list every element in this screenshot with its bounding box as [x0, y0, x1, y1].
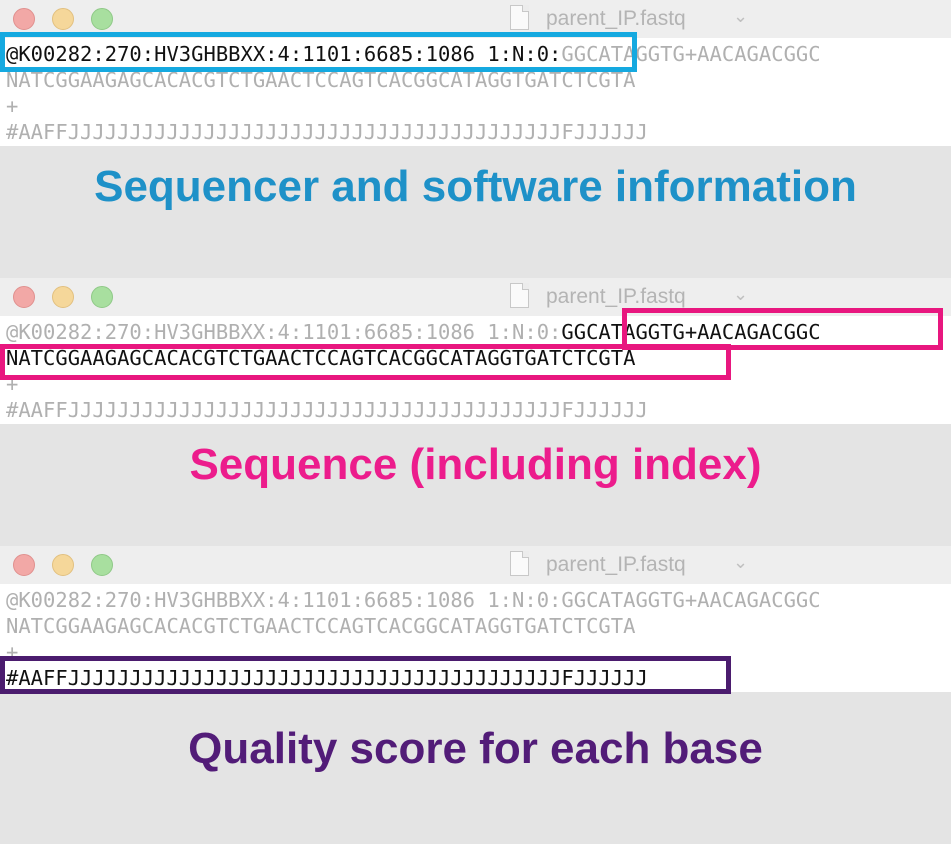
minimize-button[interactable]: [52, 8, 74, 30]
read-sequence-line: NATCGGAAGAGCACACGTCTGAACTCCAGTCACGGCATAG…: [6, 614, 636, 638]
panel-sequence: parent_IP.fastq ⌄ @K00282:270:HV3GHBBXX:…: [0, 278, 951, 546]
read-separator-line: +: [6, 94, 19, 118]
window-title: parent_IP.fastq: [546, 285, 686, 308]
panel-quality: parent_IP.fastq ⌄ @K00282:270:HV3GHBBXX:…: [0, 546, 951, 844]
panel-caption: Quality score for each base: [188, 724, 763, 773]
minimize-button[interactable]: [52, 286, 74, 308]
read-quality-line: #AAFFJJJJJJJJJJJJJJJJJJJJJJJJJJJJJJJJJJJ…: [6, 120, 648, 144]
document-icon-fold: [522, 5, 529, 12]
read-header-text: @K00282:270:HV3GHBBXX:4:1101:6685:1086 1…: [6, 588, 562, 612]
panel-caption: Sequence (including index): [189, 440, 762, 489]
close-button[interactable]: [13, 286, 35, 308]
close-button[interactable]: [13, 554, 35, 576]
close-button[interactable]: [13, 8, 35, 30]
zoom-button[interactable]: [91, 286, 113, 308]
document-icon-fold: [522, 551, 529, 558]
read-index-text: GGCATAGGTG+AACAGACGGC: [561, 588, 821, 612]
zoom-button[interactable]: [91, 554, 113, 576]
read-header-line: @K00282:270:HV3GHBBXX:4:1101:6685:1086 1…: [6, 588, 821, 612]
panel-caption: Sequencer and software information: [94, 162, 857, 211]
chevron-down-icon[interactable]: ⌄: [733, 6, 748, 27]
header-highlight-box: [0, 32, 637, 72]
panel-header-info: parent_IP.fastq ⌄ @K00282:270:HV3GHBBXX:…: [0, 0, 951, 278]
document-icon-fold: [522, 283, 529, 290]
sequence-highlight-box: [0, 344, 731, 380]
read-quality-line: #AAFFJJJJJJJJJJJJJJJJJJJJJJJJJJJJJJJJJJJ…: [6, 398, 648, 422]
window-title: parent_IP.fastq: [546, 7, 686, 30]
window-titlebar: parent_IP.fastq ⌄: [0, 546, 951, 584]
window-title: parent_IP.fastq: [546, 553, 686, 576]
quality-highlight-box: [0, 656, 731, 694]
chevron-down-icon[interactable]: ⌄: [733, 552, 748, 573]
minimize-button[interactable]: [52, 554, 74, 576]
chevron-down-icon[interactable]: ⌄: [733, 284, 748, 305]
read-header-text: @K00282:270:HV3GHBBXX:4:1101:6685:1086 1…: [6, 320, 562, 344]
zoom-button[interactable]: [91, 8, 113, 30]
